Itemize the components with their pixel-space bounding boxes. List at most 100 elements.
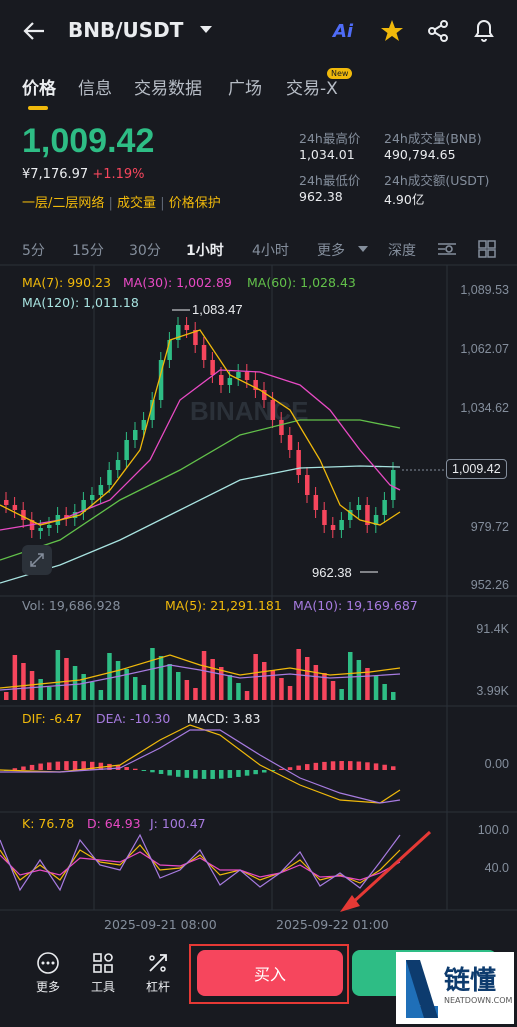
candle	[124, 440, 129, 460]
ma7-line	[0, 329, 401, 526]
last-price-tag: 1,009.42	[446, 459, 507, 479]
candle	[236, 372, 241, 378]
volume-bar	[227, 675, 233, 700]
volume-bar	[150, 648, 155, 700]
tools-button[interactable]: 工具	[83, 951, 123, 995]
volume-bar	[262, 662, 267, 700]
candle	[219, 375, 224, 385]
candle	[38, 528, 43, 531]
expand-icon	[30, 553, 44, 567]
volume-bar	[81, 674, 86, 700]
volume-bar	[90, 682, 95, 700]
macd-bar	[124, 766, 129, 770]
y-axis-label: 1,089.53	[460, 283, 509, 297]
kdj-axis-top: 100.0	[477, 823, 509, 837]
ma120-label: MA(120): 1,011.18	[22, 295, 139, 310]
candle	[313, 495, 319, 510]
vol-axis-top: 91.4K	[476, 622, 509, 636]
time-label: 2025-09-22 01:00	[276, 917, 389, 932]
volume-bar	[176, 672, 181, 700]
ma7-label: MA(7): 990.23	[22, 275, 111, 290]
volume-bar	[348, 652, 353, 700]
macd-bar	[141, 770, 147, 771]
volume-bar	[391, 692, 396, 700]
candle	[356, 505, 362, 510]
y-axis-label: 979.72	[470, 520, 509, 534]
volume-bar	[287, 686, 293, 700]
candles	[4, 317, 396, 539]
tools-label: 工具	[90, 980, 115, 994]
fullscreen-button[interactable]	[22, 545, 52, 575]
volume-bar	[21, 663, 26, 700]
vol-axis-bottom: 3.99K	[476, 684, 509, 698]
y-axis-label: 1,062.07	[460, 342, 509, 356]
macd-bar	[219, 770, 224, 779]
vol-ma5-label: MA(5): 21,291.181	[165, 598, 282, 613]
candle	[227, 378, 233, 385]
macd-bar	[150, 770, 155, 773]
y-axis-label: 952.26	[470, 578, 509, 592]
red-arrow-line	[348, 830, 432, 907]
candle	[90, 495, 95, 500]
dif-label: DIF: -6.47	[22, 711, 83, 726]
volume-bar	[167, 664, 172, 700]
macd-bar	[72, 761, 78, 770]
volume-bar	[115, 661, 121, 700]
volume-bar	[201, 651, 207, 700]
volume-bar	[107, 653, 112, 700]
macd-axis: 0.00	[484, 757, 509, 771]
volume-bar	[236, 683, 241, 700]
volume-bar	[193, 688, 198, 700]
high-annotation: 1,083.47	[192, 302, 243, 317]
candle	[184, 325, 190, 330]
chart-gridlines	[0, 264, 517, 911]
volume-bar	[158, 656, 164, 700]
volume-bar	[38, 679, 43, 700]
time-label: 2025-09-21 08:00	[104, 917, 217, 932]
macd-bar	[356, 761, 362, 770]
macd-bar	[348, 761, 353, 770]
candle	[322, 510, 327, 525]
more-button[interactable]: 更多	[28, 951, 68, 995]
volume-bar	[47, 687, 52, 700]
site-watermark: 链懂 NEATDOWN.COM	[396, 952, 514, 1024]
volume-bar	[356, 660, 362, 700]
macd-bar	[176, 770, 181, 777]
volume-bar	[244, 691, 250, 700]
y-axis-label: 1,034.62	[460, 401, 509, 415]
more-label: 更多	[35, 980, 60, 994]
macd-bar	[365, 762, 370, 770]
tools-grid-icon	[93, 953, 113, 973]
candle	[244, 372, 250, 380]
leverage-button[interactable]: 杠杆	[138, 951, 178, 995]
volume-bar	[98, 690, 104, 700]
watermark-logo-icon	[406, 960, 438, 1018]
candle	[21, 510, 26, 520]
candle	[4, 500, 9, 505]
macd-histogram	[4, 761, 396, 779]
macd-bar	[279, 768, 284, 770]
ma30-label: MA(30): 1,002.89	[123, 275, 232, 290]
kline-chart[interactable]: BINANCE	[0, 0, 517, 935]
watermark-cn: 链懂	[444, 966, 497, 996]
ma60-line	[0, 419, 401, 561]
candle	[201, 345, 207, 360]
candle	[339, 520, 344, 530]
macd-bar	[253, 770, 258, 775]
volume-bar	[133, 677, 138, 700]
macd-bar	[21, 766, 26, 770]
candle	[115, 460, 121, 470]
macd-label: MACD: 3.83	[187, 711, 261, 726]
macd-bar	[322, 761, 327, 770]
macd-bar	[330, 761, 336, 770]
macd-bar	[210, 770, 215, 779]
candle	[210, 360, 215, 375]
macd-bar	[391, 766, 396, 770]
macd-bar	[184, 770, 190, 778]
j-label: J: 100.47	[150, 816, 206, 831]
candle	[12, 505, 18, 510]
macd-bar	[55, 761, 61, 770]
macd-bar	[305, 764, 310, 770]
macd-bar	[12, 768, 18, 770]
more-dots-icon	[37, 952, 59, 974]
